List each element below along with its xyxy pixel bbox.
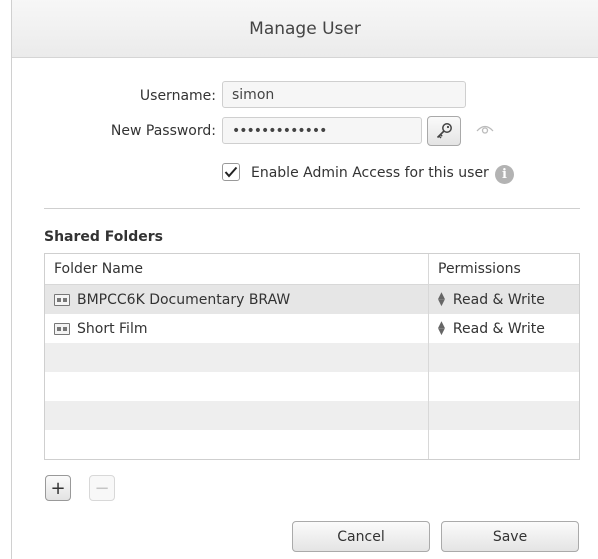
shared-folders-heading: Shared Folders: [44, 229, 163, 245]
admin-access-checkbox[interactable]: [222, 163, 240, 181]
save-button[interactable]: Save: [441, 521, 579, 552]
add-folder-button[interactable]: +: [45, 475, 71, 501]
permissions-cell[interactable]: ▲ ▼ Read & Write: [429, 314, 579, 343]
dialog-titlebar: Manage User: [12, 0, 598, 58]
key-icon: [436, 123, 452, 139]
dialog-title: Manage User: [249, 18, 361, 39]
column-header-folder-name[interactable]: Folder Name: [45, 254, 429, 284]
manage-user-dialog: Manage User Username: simon New Password…: [11, 0, 598, 559]
show-password-button[interactable]: [475, 121, 495, 140]
folder-name: BMPCC6K Documentary BRAW: [77, 291, 291, 308]
folder-icon: [54, 293, 70, 306]
table-header: Folder Name Permissions: [45, 254, 579, 285]
empty-row: [45, 401, 579, 430]
empty-row: [45, 372, 579, 401]
eye-icon: [476, 125, 494, 134]
folder-icon: [54, 322, 70, 335]
new-password-field[interactable]: •••••••••••••: [222, 117, 422, 144]
shared-folders-table: Folder Name Permissions BMPCC6K Document…: [44, 253, 580, 460]
table-row[interactable]: Short Film ▲ ▼ Read & Write: [45, 314, 579, 343]
permissions-cell[interactable]: ▲ ▼ Read & Write: [429, 285, 579, 314]
table-row[interactable]: BMPCC6K Documentary BRAW ▲ ▼ Read & Write: [45, 285, 579, 314]
column-header-permissions[interactable]: Permissions: [429, 254, 579, 284]
cancel-button[interactable]: Cancel: [292, 521, 430, 552]
stepper-icon: ▲ ▼: [438, 290, 445, 308]
folder-name: Short Film: [77, 320, 148, 337]
new-password-label: New Password:: [110, 123, 216, 139]
info-icon[interactable]: i: [495, 165, 514, 184]
permission-value: Read & Write: [452, 320, 545, 337]
folder-name-cell: BMPCC6K Documentary BRAW: [45, 285, 429, 314]
generate-password-button[interactable]: [427, 116, 461, 146]
folder-name-cell: Short Film: [45, 314, 429, 343]
admin-access-label: Enable Admin Access for this user: [251, 165, 489, 181]
remove-folder-button[interactable]: −: [89, 475, 115, 501]
empty-row: [45, 343, 579, 372]
username-field[interactable]: simon: [222, 81, 466, 108]
empty-row: [45, 430, 579, 459]
permission-value: Read & Write: [452, 291, 545, 308]
stepper-icon: ▲ ▼: [438, 319, 445, 337]
username-label: Username:: [139, 88, 216, 104]
checkmark-icon: [224, 166, 238, 178]
divider: [44, 208, 580, 209]
